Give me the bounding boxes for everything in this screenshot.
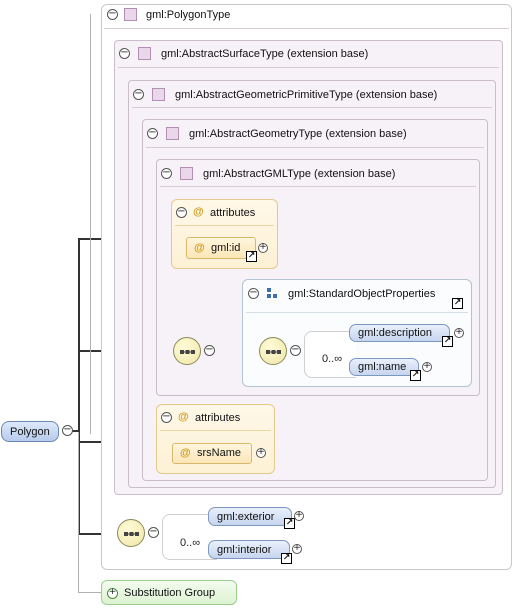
link-icon[interactable]: ↗ [246, 251, 257, 262]
expand-icon[interactable]: + [258, 243, 268, 253]
complex-type-icon [152, 88, 165, 101]
abstract-gml-type-label: gml:AbstractGMLType (extension base) [203, 168, 396, 180]
collapse-icon[interactable]: − [107, 9, 118, 20]
sequence-glyph-icon [266, 350, 281, 354]
separator [160, 430, 271, 431]
sequence-icon[interactable] [259, 337, 287, 365]
group-icon [267, 288, 278, 299]
polygon-root-element[interactable]: Polygon [1, 421, 59, 442]
abstract-surface-type-label: gml:AbstractSurfaceType (extension base) [161, 48, 369, 60]
collapse-icon[interactable]: − [176, 207, 187, 218]
collapse-icon[interactable]: − [148, 527, 159, 538]
collapse-icon[interactable]: − [204, 345, 215, 356]
expand-icon[interactable]: + [294, 511, 304, 521]
connector-root-top [90, 14, 91, 434]
attribute-icon: @ [180, 447, 191, 459]
abstract-geometric-primitive-type-label: gml:AbstractGeometricPrimitiveType (exte… [175, 89, 438, 101]
expand-icon[interactable]: + [454, 328, 464, 338]
link-icon[interactable]: ↗ [284, 518, 295, 529]
expand-icon[interactable]: + [107, 588, 118, 599]
collapse-icon[interactable]: − [119, 48, 130, 59]
attribute-icon: @ [193, 206, 204, 218]
collapse-icon[interactable]: − [133, 89, 144, 100]
cardinality-label: 0..∞ [180, 537, 201, 549]
collapse-icon[interactable]: − [248, 288, 259, 299]
collapse-icon[interactable]: − [147, 128, 158, 139]
attribute-icon: @ [194, 242, 205, 254]
expand-icon[interactable]: + [256, 448, 266, 458]
separator [104, 28, 509, 29]
cardinality-label: 0..∞ [322, 353, 343, 365]
gml-id-label: gml:id [211, 242, 241, 254]
srsname-label: srsName [197, 447, 242, 459]
sequence-glyph-icon [124, 532, 139, 536]
separator [246, 312, 468, 313]
expand-icon[interactable]: + [422, 362, 432, 372]
gml-exterior-element[interactable]: gml:exterior [208, 507, 292, 526]
collapse-icon[interactable]: − [290, 345, 301, 356]
gml-description-element[interactable]: gml:description [349, 324, 450, 342]
separator [118, 67, 499, 68]
connector-substitution [78, 432, 79, 592]
attribute-icon: @ [178, 411, 189, 423]
separator [160, 186, 476, 187]
link-icon[interactable]: ↗ [410, 370, 421, 381]
gml-interior-element[interactable]: gml:interior [208, 540, 290, 559]
separator [175, 225, 274, 226]
geometry-attributes-label: attributes [195, 412, 241, 424]
collapse-icon[interactable]: − [161, 412, 172, 423]
collapse-icon[interactable]: − [161, 168, 172, 179]
link-icon[interactable]: ↗ [452, 298, 463, 309]
separator [146, 147, 484, 148]
complex-type-icon [180, 167, 193, 180]
complex-type-icon [138, 47, 151, 60]
separator [132, 107, 492, 108]
connector-substitution-h [78, 592, 102, 593]
abstract-geometry-type-label: gml:AbstractGeometryType (extension base… [189, 128, 407, 140]
sequence-glyph-icon [180, 350, 195, 354]
substitution-group-label: Substitution Group [124, 587, 216, 599]
link-icon[interactable]: ↗ [442, 336, 453, 347]
gml-name-element[interactable]: gml:name [349, 358, 419, 376]
complex-type-icon [124, 8, 137, 21]
gml-attributes-label: attributes [210, 207, 256, 219]
polygon-type-label: gml:PolygonType [146, 9, 231, 21]
link-icon[interactable]: ↗ [281, 553, 292, 564]
sequence-icon[interactable] [117, 519, 145, 547]
expand-icon[interactable]: + [292, 544, 302, 554]
standard-object-properties-label: gml:StandardObjectProperties [288, 288, 436, 300]
collapse-icon[interactable]: − [62, 425, 73, 436]
sequence-icon[interactable] [173, 337, 201, 365]
complex-type-icon [166, 127, 179, 140]
